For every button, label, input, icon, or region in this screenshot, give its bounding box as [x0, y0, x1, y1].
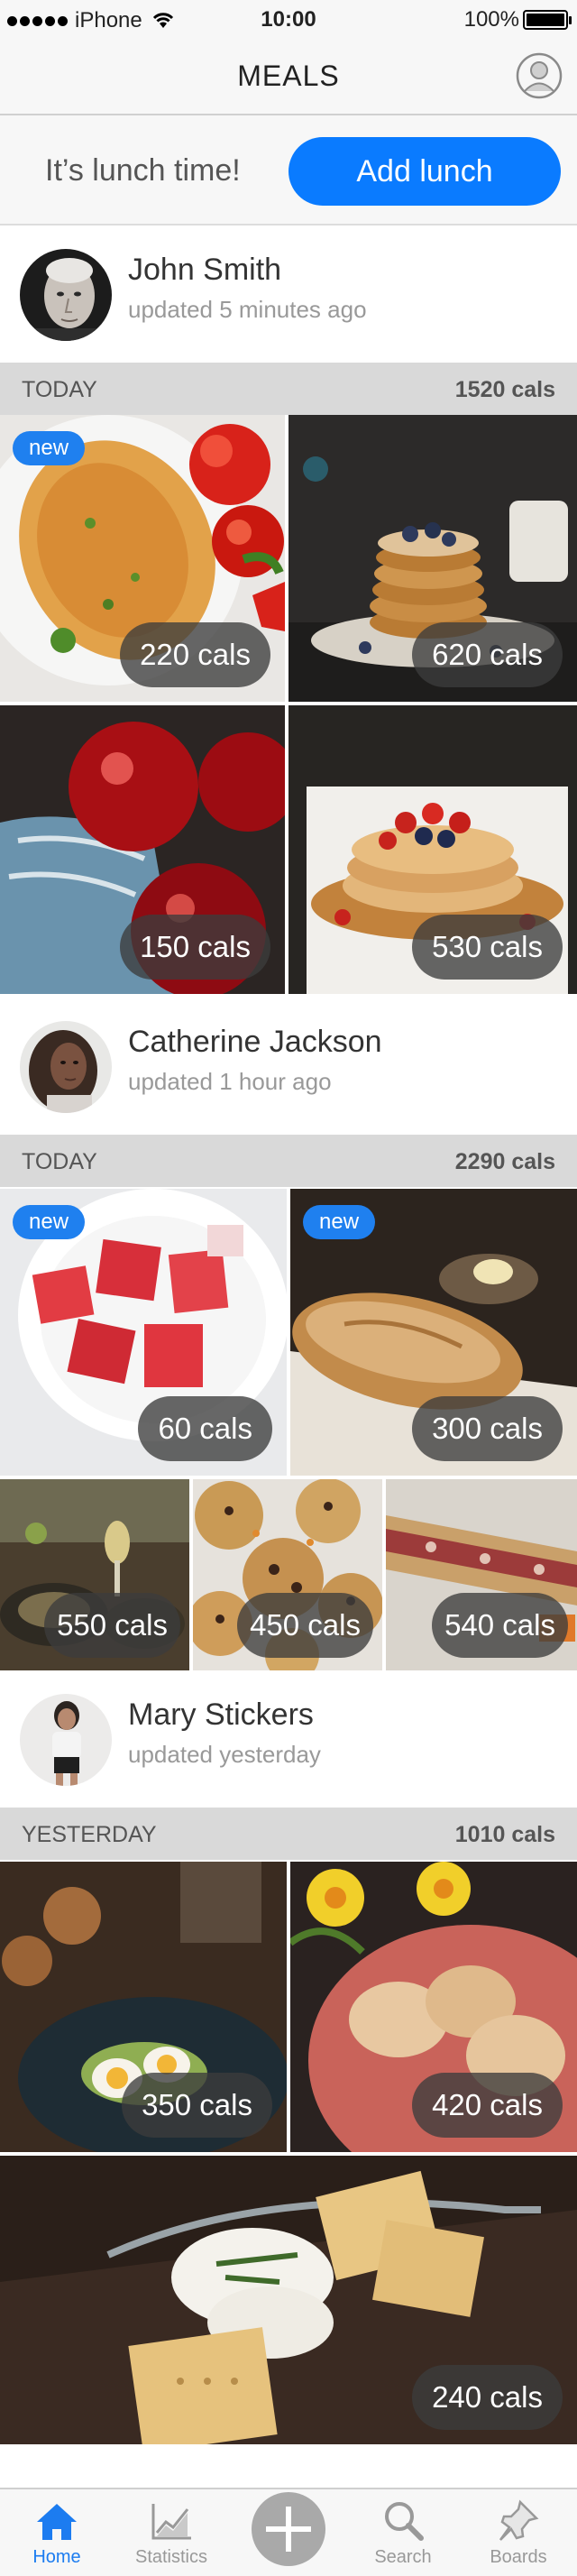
updated-time: updated 5 minutes ago: [128, 296, 367, 323]
battery-percent: 100%: [463, 7, 519, 32]
calorie-label: 530 cals: [412, 915, 563, 980]
day-summary-bar: YESTERDAY 1010 cals: [0, 1808, 577, 1860]
tab-label: Boards: [490, 2547, 547, 2567]
meal-photo-pancakes-berries[interactable]: 530 cals: [288, 705, 577, 994]
profile-icon[interactable]: [516, 52, 563, 99]
updated-time: updated yesterday: [128, 1741, 321, 1768]
day-total-cals: 2290 cals: [454, 1149, 555, 1174]
calorie-label: 540 cals: [432, 1593, 568, 1658]
home-icon: [37, 2504, 77, 2540]
battery-icon: [523, 10, 572, 30]
meal-photo-dinner[interactable]: 550 cals: [0, 1479, 189, 1670]
calorie-label: 150 cals: [120, 915, 270, 980]
day-label: YESTERDAY: [22, 1822, 157, 1847]
calorie-label: 60 cals: [138, 1396, 272, 1461]
calorie-label: 220 cals: [120, 622, 270, 687]
lunch-prompt: It’s lunch time! Add lunch: [0, 115, 577, 225]
day-label: TODAY: [22, 377, 97, 402]
day-label: TODAY: [22, 1149, 97, 1174]
add-lunch-button[interactable]: Add lunch: [288, 137, 561, 206]
day-summary-bar: TODAY 2290 cals: [0, 1135, 577, 1187]
day-total-cals: 1520 cals: [454, 377, 555, 402]
add-icon: [266, 2507, 311, 2552]
avatar[interactable]: [20, 1021, 112, 1113]
calorie-label: 350 cals: [122, 2073, 272, 2138]
tab-statistics[interactable]: Statistics: [122, 2497, 221, 2576]
search-icon: [385, 2502, 424, 2541]
page-title: MEALS: [237, 60, 340, 92]
tab-search[interactable]: Search: [353, 2497, 453, 2576]
status-bar: iPhone 10:00 100%: [0, 0, 577, 36]
tab-label: Statistics: [134, 2547, 208, 2567]
calorie-label: 550 cals: [44, 1593, 180, 1658]
meal-photo-apples[interactable]: 150 cals: [0, 705, 285, 994]
meal-photo-omelette[interactable]: new 220 cals: [0, 415, 285, 702]
new-badge: new: [13, 431, 86, 465]
day-summary-bar: TODAY 1520 cals: [0, 363, 577, 415]
nav-bar: MEALS: [0, 36, 577, 115]
calorie-label: 240 cals: [412, 2365, 563, 2430]
avatar[interactable]: [20, 1694, 112, 1786]
lunch-message: It’s lunch time!: [45, 153, 241, 188]
meal-photo-pastries[interactable]: 420 cals: [290, 1862, 577, 2152]
user-name: Catherine Jackson: [128, 1025, 382, 1059]
pin-icon: [499, 2499, 539, 2541]
user-header[interactable]: John Smith updated 5 minutes ago: [0, 227, 577, 363]
tab-boards[interactable]: Boards: [469, 2497, 568, 2576]
new-badge: new: [303, 1205, 376, 1239]
meal-photo-cookies[interactable]: 450 cals: [193, 1479, 382, 1670]
updated-time: updated 1 hour ago: [128, 1068, 332, 1095]
user-name: Mary Stickers: [128, 1697, 314, 1732]
meal-photo-bread[interactable]: new 300 cals: [290, 1189, 577, 1476]
avatar[interactable]: [20, 249, 112, 341]
calorie-label: 420 cals: [412, 2073, 563, 2138]
meal-photo-crackers[interactable]: 240 cals: [0, 2156, 577, 2444]
user-name: John Smith: [128, 253, 282, 287]
day-total-cals: 1010 cals: [454, 1822, 555, 1847]
meal-photo-egg-avocado[interactable]: 350 cals: [0, 1862, 287, 2152]
chart-icon: [151, 2504, 191, 2540]
add-meal-button[interactable]: [252, 2492, 325, 2566]
calorie-label: 450 cals: [237, 1593, 373, 1658]
battery-status: 100%: [463, 7, 572, 32]
tab-label: Home: [32, 2547, 81, 2567]
calorie-label: 300 cals: [412, 1396, 563, 1461]
calorie-label: 620 cals: [412, 622, 563, 687]
tab-label: Search: [374, 2547, 432, 2567]
new-badge: new: [13, 1205, 86, 1239]
meal-photo-pancake-stack[interactable]: 620 cals: [288, 415, 577, 702]
user-header[interactable]: Mary Stickers updated yesterday: [0, 1674, 577, 1809]
meal-photo-watermelon[interactable]: new 60 cals: [0, 1189, 287, 1476]
tab-home[interactable]: Home: [7, 2497, 106, 2576]
meal-photo-sandwich[interactable]: 540 cals: [386, 1479, 577, 1670]
user-header[interactable]: Catherine Jackson updated 1 hour ago: [0, 999, 577, 1135]
